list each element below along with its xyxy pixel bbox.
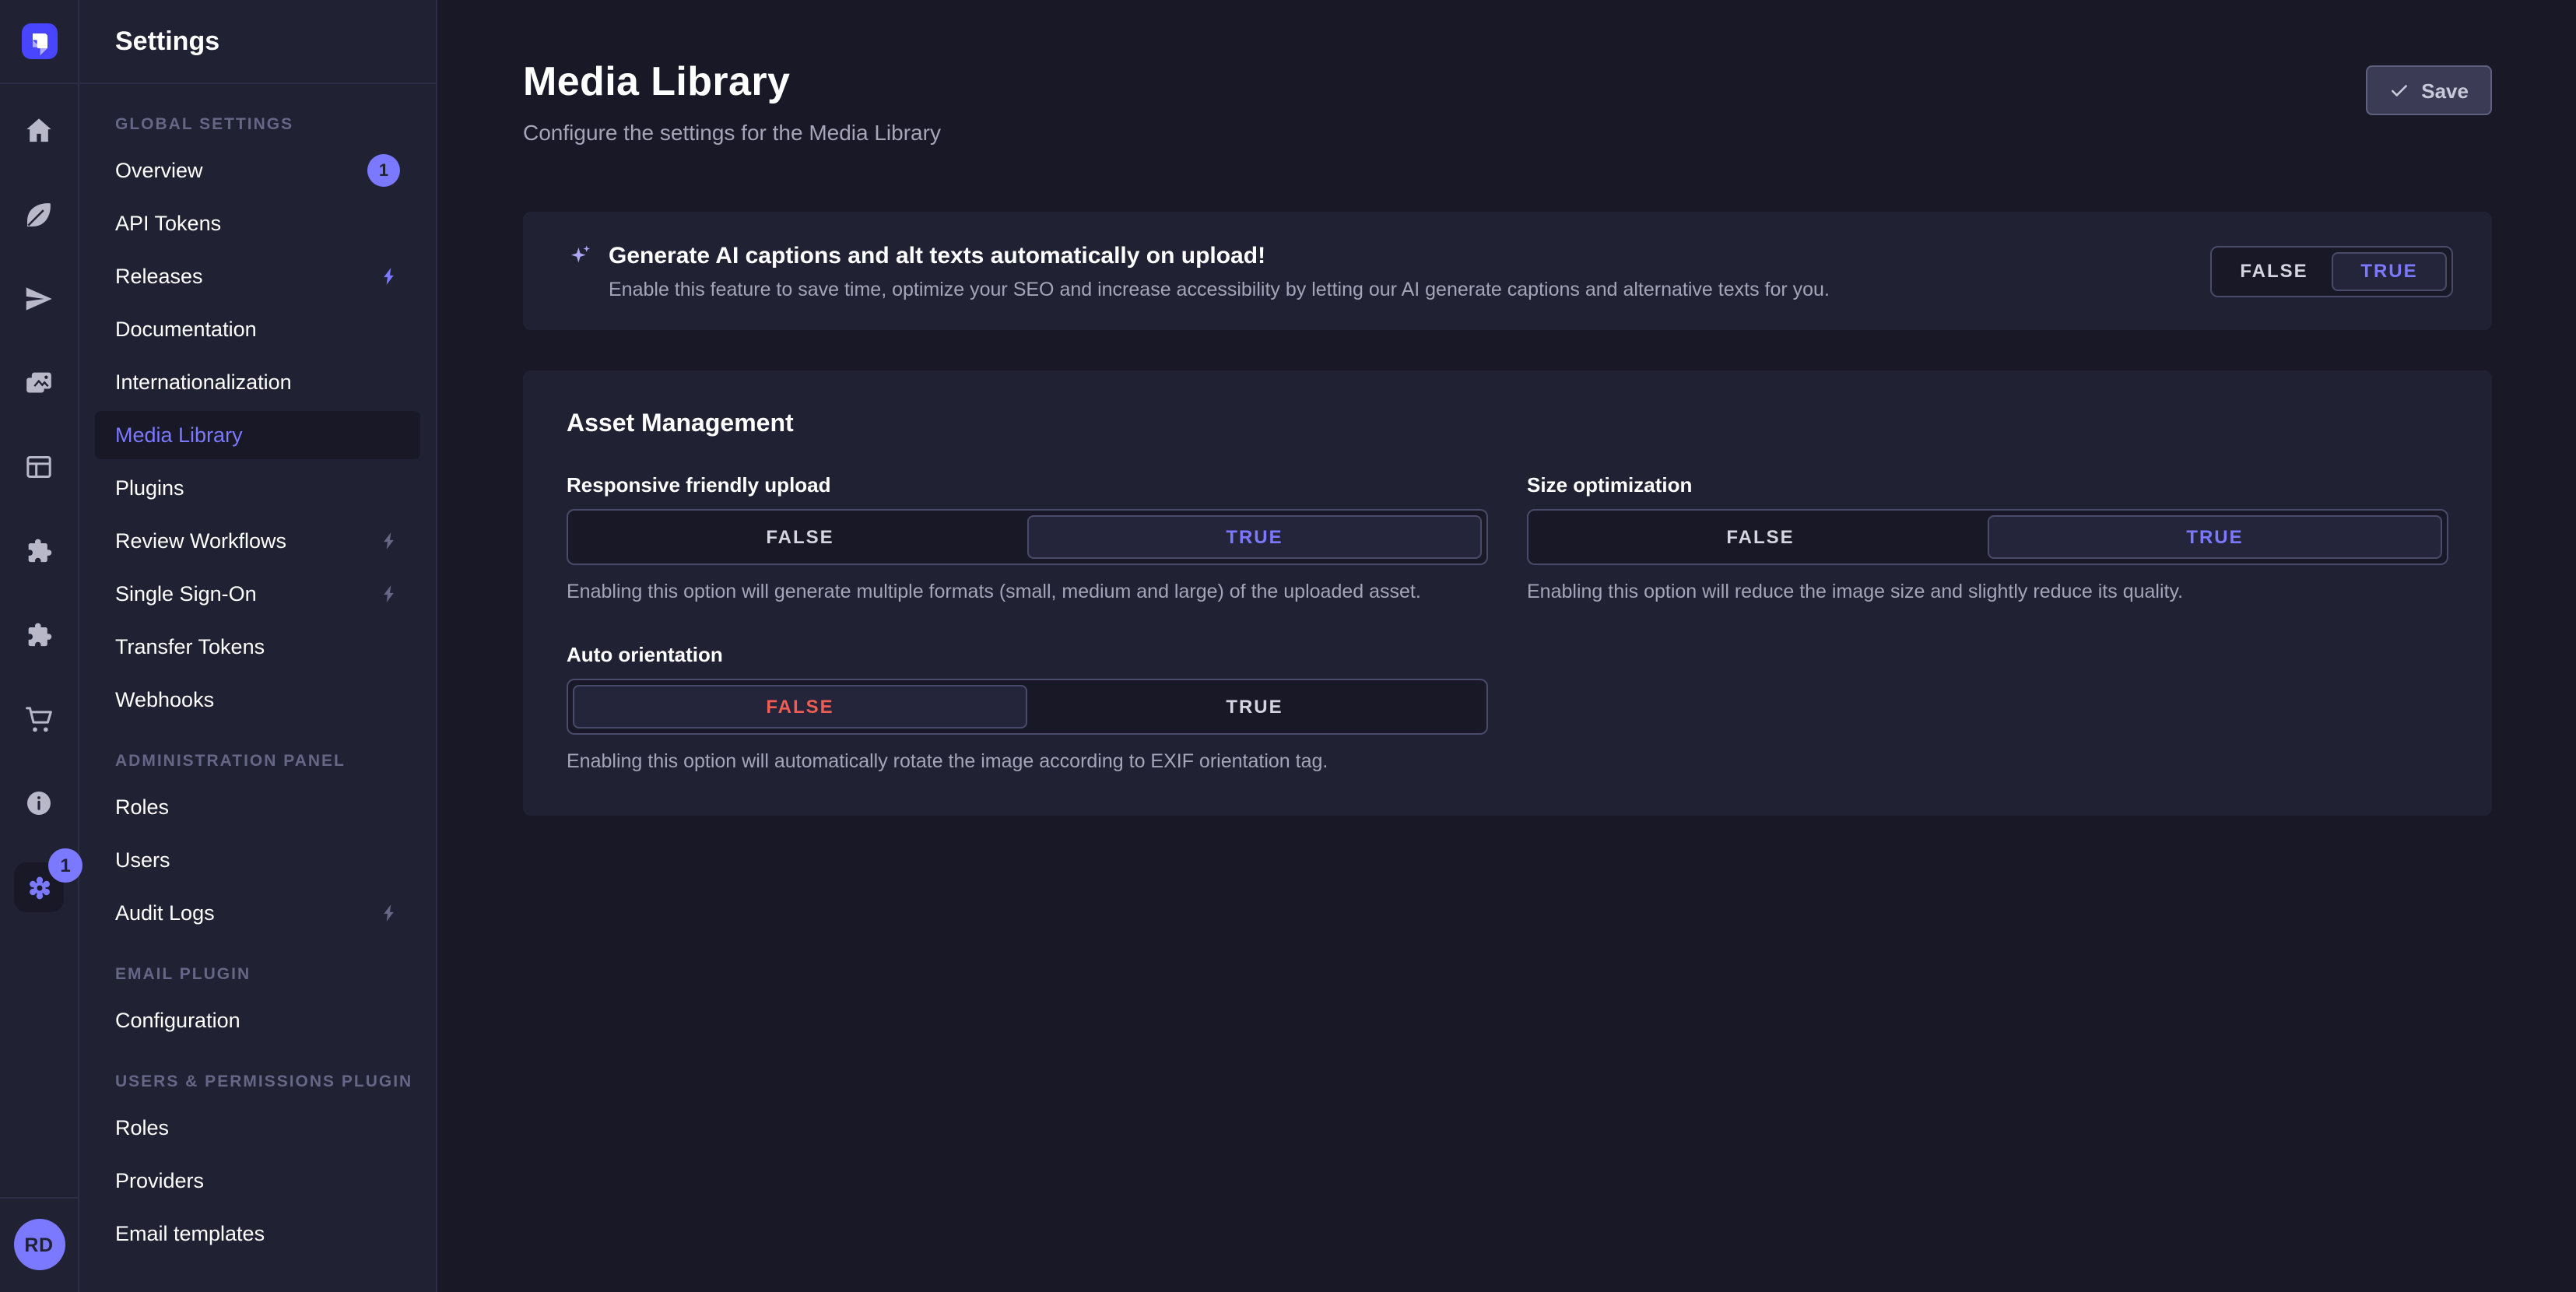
asset-management-card: Asset Management Responsive friendly upl… — [523, 370, 2492, 816]
sidebar-item-media-library[interactable]: Media Library — [95, 411, 420, 459]
content-builder-nav-button[interactable] — [14, 190, 64, 240]
main-nav-rail: 1 RD — [0, 0, 79, 1292]
field-label: Size optimization — [1527, 473, 2448, 497]
lightning-icon — [380, 531, 400, 551]
toggle-option-false[interactable]: FALSE — [2216, 251, 2332, 290]
section-label: EMAIL PLUGIN — [95, 965, 420, 984]
card-title: Asset Management — [567, 411, 2448, 439]
rail-logo-area — [0, 0, 78, 84]
section-administration-panel: ADMINISTRATION PANEL Roles Users Audit L… — [95, 752, 420, 937]
settings-nav-button[interactable]: 1 — [14, 862, 64, 912]
sidebar-item-transfer-tokens[interactable]: Transfer Tokens — [95, 623, 420, 671]
section-label: GLOBAL SETTINGS — [95, 115, 420, 134]
home-icon — [23, 115, 54, 146]
responsive-upload-toggle[interactable]: FALSE TRUE — [567, 509, 1488, 565]
overview-badge: 1 — [367, 154, 400, 187]
settings-notification-badge: 1 — [48, 848, 82, 883]
section-users-permissions-plugin: USERS & PERMISSIONS PLUGIN Roles Provide… — [95, 1073, 420, 1258]
section-email-plugin: EMAIL PLUGIN Configuration — [95, 965, 420, 1044]
section-global-settings: GLOBAL SETTINGS Overview 1 API Tokens Re… — [95, 115, 420, 724]
releases-nav-button[interactable] — [14, 274, 64, 324]
sidebar-item-documentation[interactable]: Documentation — [95, 305, 420, 353]
plugins-nav-button[interactable] — [14, 526, 64, 576]
ai-captions-banner: Generate AI captions and alt texts autom… — [523, 212, 2492, 330]
sidebar-item-up-roles[interactable]: Roles — [95, 1104, 420, 1152]
cart-icon — [23, 704, 54, 735]
strapi-logo[interactable] — [21, 23, 57, 59]
page-title: Media Library — [523, 58, 941, 106]
sidebar-item-email-templates[interactable]: Email templates — [95, 1209, 420, 1258]
section-label: ADMINISTRATION PANEL — [95, 752, 420, 771]
field-hint: Enabling this option will generate multi… — [567, 581, 1488, 602]
field-label: Responsive friendly upload — [567, 473, 1488, 497]
sidebar-item-overview[interactable]: Overview 1 — [95, 146, 420, 195]
sidebar-item-providers[interactable]: Providers — [95, 1157, 420, 1205]
page-header: Media Library Configure the settings for… — [523, 58, 2492, 145]
about-nav-button[interactable] — [14, 778, 64, 828]
sidebar-title: Settings — [79, 0, 436, 84]
app-window: 1 RD Settings GLOBAL SETTINGS Overview 1… — [0, 0, 2576, 1292]
puzzle-piece-icon — [23, 620, 54, 651]
paper-plane-icon — [23, 283, 54, 314]
sidebar-sections: GLOBAL SETTINGS Overview 1 API Tokens Re… — [79, 84, 436, 1278]
lightning-icon — [380, 266, 400, 286]
banner-title: Generate AI captions and alt texts autom… — [609, 242, 1265, 269]
layout-icon — [23, 451, 54, 483]
home-nav-button[interactable] — [14, 106, 64, 156]
check-icon — [2388, 80, 2409, 100]
sidebar-item-plugins[interactable]: Plugins — [95, 464, 420, 512]
sidebar-item-internationalization[interactable]: Internationalization — [95, 358, 420, 406]
toggle-option-true[interactable]: TRUE — [1027, 515, 1482, 559]
ai-captions-toggle[interactable]: FALSE TRUE — [2210, 245, 2453, 297]
sidebar-item-configuration[interactable]: Configuration — [95, 996, 420, 1044]
toggle-option-false[interactable]: FALSE — [573, 685, 1027, 729]
toggle-option-true[interactable]: TRUE — [2332, 251, 2447, 290]
sparkle-icon — [568, 243, 593, 268]
sidebar-item-users[interactable]: Users — [95, 836, 420, 884]
field-auto-orientation: Auto orientation FALSE TRUE Enabling thi… — [567, 643, 1488, 772]
sidebar-item-api-tokens[interactable]: API Tokens — [95, 199, 420, 248]
lightning-icon — [380, 584, 400, 604]
settings-sidebar: Settings GLOBAL SETTINGS Overview 1 API … — [79, 0, 437, 1292]
sidebar-item-admin-roles[interactable]: Roles — [95, 783, 420, 831]
main-content: Media Library Configure the settings for… — [437, 0, 2576, 1292]
field-size-optimization: Size optimization FALSE TRUE Enabling th… — [1527, 473, 2448, 602]
sidebar-item-single-sign-on[interactable]: Single Sign-On — [95, 570, 420, 618]
info-icon — [23, 788, 54, 819]
plugin-extension-nav-button[interactable] — [14, 610, 64, 660]
sidebar-item-review-workflows[interactable]: Review Workflows — [95, 517, 420, 565]
toggle-option-true[interactable]: TRUE — [1027, 685, 1482, 729]
sidebar-item-audit-logs[interactable]: Audit Logs — [95, 889, 420, 937]
field-label: Auto orientation — [567, 643, 1488, 666]
puzzle-piece-icon — [23, 535, 54, 567]
banner-description: Enable this feature to save time, optimi… — [609, 278, 1830, 300]
sidebar-item-releases[interactable]: Releases — [95, 252, 420, 300]
save-button-label: Save — [2421, 79, 2469, 102]
auto-orientation-toggle[interactable]: FALSE TRUE — [567, 679, 1488, 735]
size-optimization-toggle[interactable]: FALSE TRUE — [1527, 509, 2448, 565]
toggle-option-true[interactable]: TRUE — [1988, 515, 2442, 559]
page-subtitle: Configure the settings for the Media Lib… — [523, 120, 941, 145]
rail-footer: RD — [0, 1197, 78, 1292]
toggle-option-false[interactable]: FALSE — [573, 515, 1027, 559]
field-hint: Enabling this option will automatically … — [567, 750, 1488, 772]
media-library-nav-button[interactable] — [14, 358, 64, 408]
field-hint: Enabling this option will reduce the ima… — [1527, 581, 2448, 602]
banner-text: Generate AI captions and alt texts autom… — [568, 242, 1830, 300]
avatar[interactable]: RD — [13, 1219, 65, 1270]
marketplace-nav-button[interactable] — [14, 694, 64, 744]
toggle-option-false[interactable]: FALSE — [1533, 515, 1988, 559]
content-manager-nav-button[interactable] — [14, 442, 64, 492]
lightning-icon — [380, 903, 400, 923]
rail-icon-nav: 1 — [14, 106, 64, 1197]
gear-icon — [23, 871, 55, 904]
sidebar-item-webhooks[interactable]: Webhooks — [95, 676, 420, 724]
images-icon — [23, 367, 54, 398]
field-responsive-friendly-upload: Responsive friendly upload FALSE TRUE En… — [567, 473, 1488, 602]
save-button[interactable]: Save — [2365, 65, 2492, 115]
feather-icon — [23, 199, 54, 230]
section-label: USERS & PERMISSIONS PLUGIN — [95, 1073, 420, 1091]
